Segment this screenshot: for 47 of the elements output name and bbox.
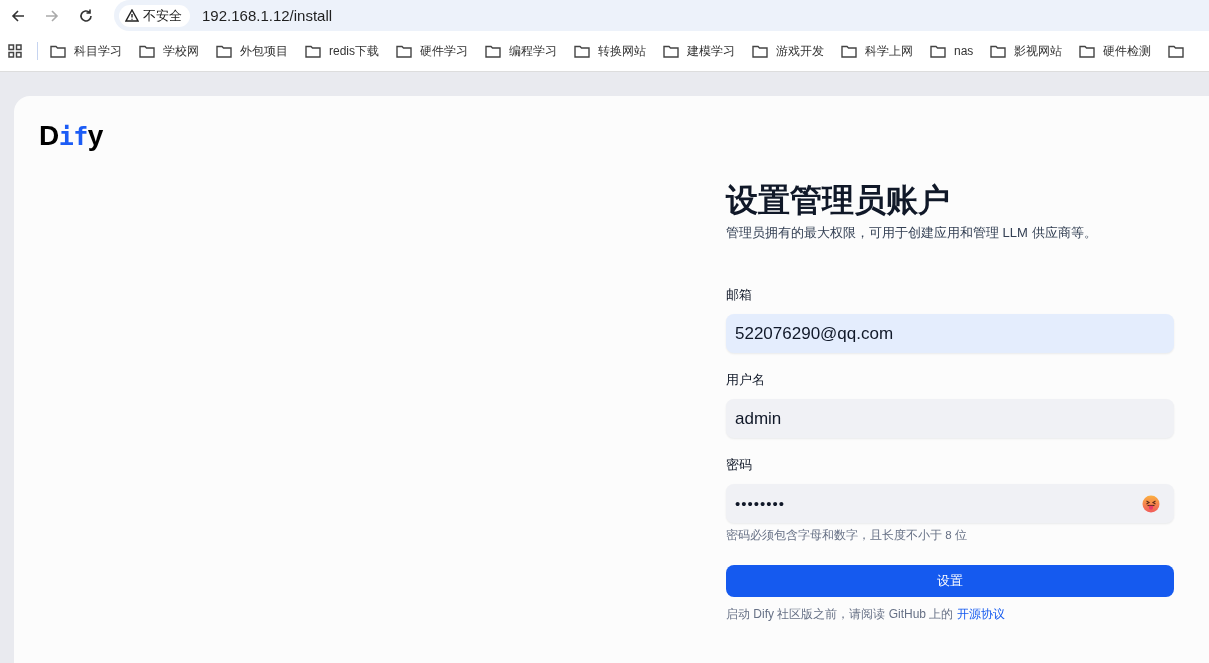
folder-icon[interactable]: [1168, 44, 1185, 58]
setup-button[interactable]: 设置: [726, 565, 1174, 597]
folder-icon: [50, 44, 66, 58]
bookmark[interactable]: 建模学习: [663, 42, 735, 60]
warning-icon: [125, 9, 139, 22]
security-label: 不安全: [143, 6, 182, 25]
folder-icon: [663, 44, 679, 58]
apps-grid-icon[interactable]: [8, 44, 22, 58]
folder-icon: [396, 44, 412, 58]
logo: Dify: [39, 121, 103, 152]
footer-text: 启动 Dify 社区版之前，请阅读 GitHub 上的: [726, 607, 955, 621]
url-text: 192.168.1.12/install: [202, 7, 333, 24]
security-chip[interactable]: 不安全: [119, 4, 190, 27]
tongue-face-icon[interactable]: [1142, 494, 1160, 513]
license-link[interactable]: 开源协议: [956, 607, 1005, 621]
input-field[interactable]: admin: [726, 399, 1174, 438]
folder-icon: [139, 44, 155, 58]
folder-icon: [485, 44, 501, 58]
password-field[interactable]: ••••••••: [726, 484, 1174, 523]
bookmark[interactable]: 硬件检测: [1079, 42, 1152, 60]
field-label: 用户名: [726, 371, 766, 389]
input-field[interactable]: 522076290@qq.com: [726, 314, 1174, 353]
page-subtitle: 管理员拥有的最大权限，可用于创建应用和管理 LLM 供应商等。: [726, 224, 1098, 242]
folder-icon: [930, 44, 946, 58]
field-label: 密码: [726, 456, 753, 474]
folder-icon: [990, 44, 1007, 58]
folder-icon: [216, 44, 232, 58]
field-hint: 密码必须包含字母和数字，且长度不小于 8 位: [726, 528, 968, 543]
folder-icon: [752, 44, 768, 58]
bookmark[interactable]: 科目学习: [50, 42, 122, 60]
page-title: 设置管理员账户: [726, 181, 951, 220]
bookmark[interactable]: 游戏开发: [752, 42, 824, 60]
field-label: 邮箱: [726, 286, 753, 304]
bookmark[interactable]: 科学上网: [841, 42, 913, 60]
folder-icon: [841, 44, 857, 58]
bookmark[interactable]: redis下载: [305, 42, 379, 60]
bookmark[interactable]: nas: [930, 44, 974, 58]
folder-icon: [1079, 44, 1096, 58]
bookmark[interactable]: 转换网站: [574, 42, 646, 60]
folder-icon: [574, 44, 590, 58]
folder-icon: [305, 44, 321, 58]
bookmark[interactable]: 外包项目: [216, 42, 288, 60]
bookmark[interactable]: 编程学习: [485, 42, 557, 60]
bookmark[interactable]: 学校网: [139, 42, 199, 60]
bookmark[interactable]: 影视网站: [990, 42, 1063, 60]
address-bar[interactable]: 不安全 192.168.1.12/install: [114, 0, 1209, 31]
bookmark[interactable]: 硬件学习: [396, 42, 468, 60]
